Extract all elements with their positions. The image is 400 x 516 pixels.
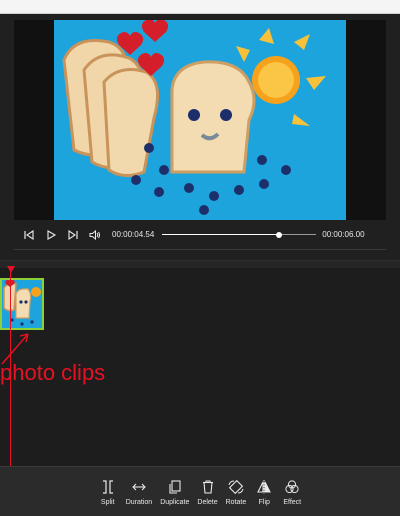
duration-button[interactable]: Duration: [122, 470, 156, 514]
photo-clip[interactable]: [0, 278, 44, 330]
flip-button[interactable]: Flip: [250, 470, 278, 514]
delete-label: Delete: [197, 498, 218, 506]
duration-label: Duration: [125, 498, 153, 506]
preview-panel: 00:00:04.54 00:00:06.00: [0, 14, 400, 260]
split-button[interactable]: Split: [94, 470, 122, 514]
video-preview: [14, 20, 386, 220]
duplicate-button[interactable]: Duplicate: [156, 470, 193, 514]
play-icon[interactable]: [40, 224, 62, 246]
skip-back-icon[interactable]: [18, 224, 40, 246]
annotation-label: photo clips: [0, 360, 106, 385]
delete-button[interactable]: Delete: [193, 470, 221, 514]
duplicate-label: Duplicate: [160, 498, 190, 506]
split-label: Split: [100, 498, 115, 506]
duplicate-icon: [165, 478, 185, 496]
split-icon: [98, 478, 118, 496]
seek-slider[interactable]: [162, 229, 317, 241]
current-time: 00:00:04.54: [112, 230, 155, 239]
seek-thumb[interactable]: [275, 231, 282, 238]
effect-label: Effect: [283, 498, 302, 506]
duration-icon: [129, 478, 149, 496]
clip-toolbar: Split Duration Duplicate Delete Rotate F…: [0, 466, 400, 516]
flip-icon: [254, 478, 274, 496]
window-top-strip: [0, 0, 400, 14]
trash-icon: [198, 478, 218, 496]
rotate-label: Rotate: [225, 498, 247, 506]
effect-icon: [282, 478, 302, 496]
flip-label: Flip: [258, 498, 270, 506]
rotate-button[interactable]: Rotate: [222, 470, 251, 514]
preview-image: [54, 20, 346, 220]
total-time: 00:00:06.00: [322, 230, 365, 239]
playhead-marker[interactable]: [7, 266, 15, 273]
speaker-icon[interactable]: [84, 224, 106, 246]
seek-progress: [162, 233, 279, 235]
timeline-ruler[interactable]: [0, 260, 400, 268]
effect-button[interactable]: Effect: [278, 470, 306, 514]
rotate-icon: [226, 478, 246, 496]
skip-forward-icon[interactable]: [62, 224, 84, 246]
playback-controls: 00:00:04.54 00:00:06.00: [14, 220, 386, 250]
